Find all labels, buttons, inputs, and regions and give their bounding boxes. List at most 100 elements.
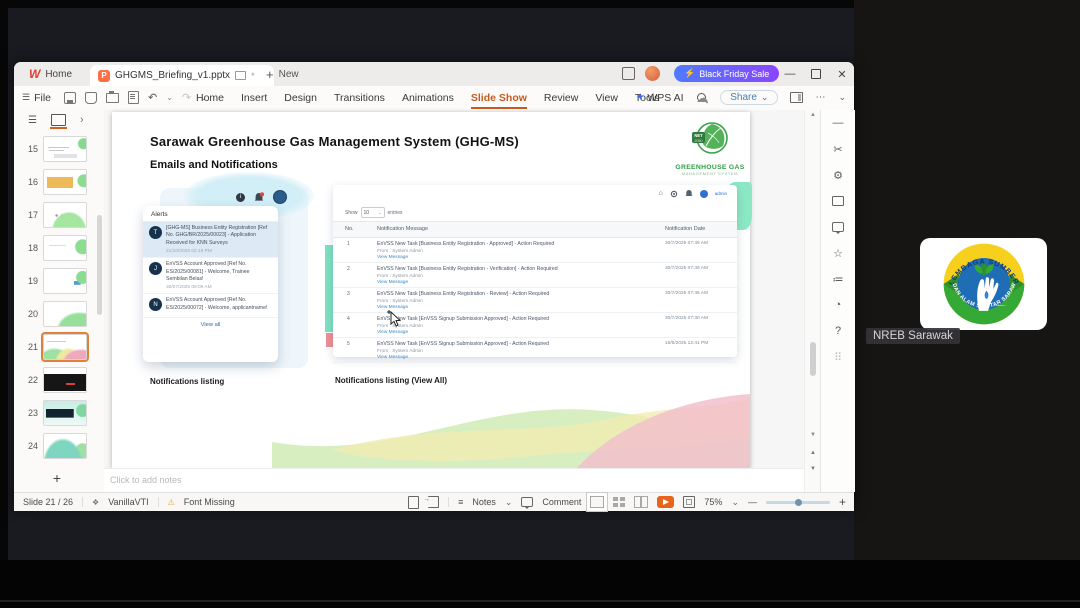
notes-toggle[interactable]: Notes — [472, 497, 496, 507]
comment-bubble-icon[interactable] — [821, 214, 855, 240]
table-row[interactable]: 5 EnVSS New Task [EnVSS Signup Submissio… — [333, 338, 737, 363]
beautify-icon[interactable]: ✂ — [821, 136, 855, 162]
theme-name[interactable]: VanillaVTI — [108, 497, 148, 507]
print-icon[interactable] — [106, 90, 119, 103]
zoom-slider-handle[interactable] — [794, 498, 802, 506]
cloud-sync-icon[interactable]: ☁ — [696, 91, 708, 105]
scroll-up-icon[interactable]: ▲ — [805, 112, 821, 118]
history-clock-icon[interactable]: ◔ — [821, 292, 855, 318]
reading-view-icon[interactable] — [634, 496, 649, 508]
jump-to-icon[interactable] — [423, 496, 440, 508]
thumbnail-scrollbar[interactable] — [97, 215, 102, 315]
undo-dropdown-icon[interactable]: ⌄ — [166, 93, 173, 102]
alert-item[interactable]: N EnVSS Account Approved [Ref No. ES/202… — [143, 294, 278, 318]
export-icon[interactable] — [85, 91, 97, 104]
print-preview-icon[interactable] — [128, 91, 139, 104]
notes-caret-icon[interactable]: ⌄ — [505, 497, 513, 508]
favorites-star-icon[interactable]: ☆ — [821, 240, 855, 266]
browser-mode-icon[interactable] — [622, 67, 635, 80]
apps-grid-icon[interactable]: ⠿ — [821, 344, 855, 370]
ribbon-menu-item[interactable]: Design — [284, 86, 317, 109]
view-message-link[interactable]: View Message — [377, 305, 647, 310]
view-message-link[interactable]: View Message — [377, 330, 647, 335]
slide-thumbnail-row[interactable]: 20 — [14, 297, 100, 330]
share-button[interactable]: Share ⌄ — [720, 90, 779, 105]
page-size-select[interactable]: 10 ⌄ — [360, 207, 385, 218]
zoom-caret-icon[interactable]: ⌄ — [731, 497, 739, 508]
view-message-link[interactable]: View Message — [377, 255, 647, 260]
slide-thumbnail[interactable] — [43, 234, 87, 261]
collapse-sidebar-icon[interactable]: — — [821, 110, 855, 136]
maximize-button[interactable] — [808, 66, 824, 82]
slide-thumbnail[interactable] — [43, 135, 87, 162]
outline-view-icon[interactable]: ☰ — [28, 115, 37, 126]
tab-document[interactable]: P GHGMS_Briefing_v1.pptx * — [90, 65, 274, 86]
layers-icon[interactable] — [821, 188, 855, 214]
notes-area[interactable]: Click to add notes — [104, 468, 804, 493]
adjust-sliders-icon[interactable]: ≔ — [821, 266, 855, 292]
alert-item[interactable]: T [GHG-MS] Business Entity Registration … — [143, 222, 278, 259]
scrollbar-thumb[interactable] — [810, 342, 816, 376]
slide-thumbnail-row[interactable]: 23 — [14, 396, 100, 429]
minimize-button[interactable]: — — [782, 66, 798, 82]
fit-slide-icon[interactable] — [683, 496, 696, 508]
slide-thumbnail[interactable] — [43, 168, 87, 195]
view-message-link[interactable]: View Message — [377, 355, 647, 360]
scroll-down-icon[interactable]: ▼ — [805, 432, 821, 438]
participant-video-tile[interactable]: LEMBAGA SUMBER ASLI DAN ALAM SEKITAR SAR… — [920, 238, 1047, 330]
settings-gear-icon[interactable]: ⚙ — [821, 162, 855, 188]
account-avatar[interactable] — [645, 66, 660, 81]
ribbon-menu-item[interactable]: Review — [544, 86, 578, 109]
slide-thumbnail-row[interactable]: 15 — [14, 132, 100, 165]
view-message-link[interactable]: View Message — [377, 280, 647, 285]
next-slide-icon[interactable]: ▼ — [805, 466, 821, 472]
slide-thumbnail-row[interactable]: 19 — [14, 264, 100, 297]
font-missing-label[interactable]: Font Missing — [184, 497, 235, 507]
slide-thumbnail-row[interactable]: 21 — [14, 330, 100, 363]
notes-page-icon[interactable] — [408, 495, 420, 509]
slide-thumbnail[interactable] — [43, 201, 87, 228]
task-pane-icon[interactable] — [790, 92, 804, 103]
undo-icon[interactable]: ↶ — [148, 91, 157, 104]
ribbon-menu-item[interactable]: Home — [196, 86, 224, 109]
new-tab-button[interactable]: + New — [266, 64, 299, 84]
save-icon[interactable] — [64, 91, 76, 104]
previous-slide-icon[interactable]: ▲ — [805, 450, 821, 456]
expand-panel-icon[interactable]: › — [80, 114, 84, 126]
normal-view-icon[interactable] — [590, 496, 605, 508]
slide-thumbnail[interactable] — [43, 399, 87, 426]
add-slide-button[interactable]: + — [14, 470, 100, 486]
comment-icon[interactable] — [521, 497, 534, 509]
help-icon[interactable]: ? — [821, 318, 855, 344]
zoom-level[interactable]: 75% — [704, 497, 722, 507]
table-row[interactable]: 2 EnVSS New Task [Business Entity Regist… — [333, 263, 737, 288]
slide-view-icon[interactable] — [49, 114, 67, 129]
slide-thumbnail[interactable] — [43, 300, 87, 327]
slide-sorter-icon[interactable] — [613, 497, 626, 507]
slide-thumbnail-row[interactable]: 22 — [14, 363, 100, 396]
table-row[interactable]: 1 EnVSS New Task [Business Entity Regist… — [333, 238, 737, 263]
ribbon-menu-item[interactable]: Transitions — [334, 86, 385, 109]
ribbon-menu-item[interactable]: Animations — [402, 86, 454, 109]
redo-icon[interactable]: ↷ — [182, 91, 191, 104]
close-button[interactable]: ✕ — [834, 66, 850, 82]
ribbon-menu-item[interactable]: Insert — [241, 86, 267, 109]
slide-thumbnail-row[interactable]: 24 — [14, 429, 100, 462]
tab-home[interactable]: W Home — [20, 64, 81, 84]
more-options-icon[interactable]: ⋯ — [815, 92, 826, 103]
slide-thumbnail-row[interactable]: 18 — [14, 231, 100, 264]
slide-thumbnail[interactable] — [41, 331, 89, 362]
ribbon-menu-item[interactable]: Slide Show — [470, 86, 527, 109]
slide-thumbnail-row[interactable]: 17 — [14, 198, 100, 231]
wps-ai-menu[interactable]: ✦ WPS AI — [636, 86, 706, 109]
view-all-link[interactable]: View all — [143, 318, 278, 332]
alert-item[interactable]: J EnVSS Account Approved [Ref No. ES/202… — [143, 258, 278, 295]
collapse-ribbon-icon[interactable]: ⌄ — [838, 92, 846, 103]
zoom-slider[interactable] — [765, 498, 830, 506]
slide-canvas[interactable]: Sarawak Greenhouse Gas Management System… — [112, 112, 752, 468]
slide-thumbnail[interactable] — [43, 432, 87, 459]
file-menu[interactable]: ☰ File — [22, 86, 51, 109]
slide-thumbnail[interactable] — [43, 267, 87, 294]
slide-thumbnail[interactable] — [43, 366, 87, 393]
slideshow-play-button[interactable] — [657, 496, 675, 508]
